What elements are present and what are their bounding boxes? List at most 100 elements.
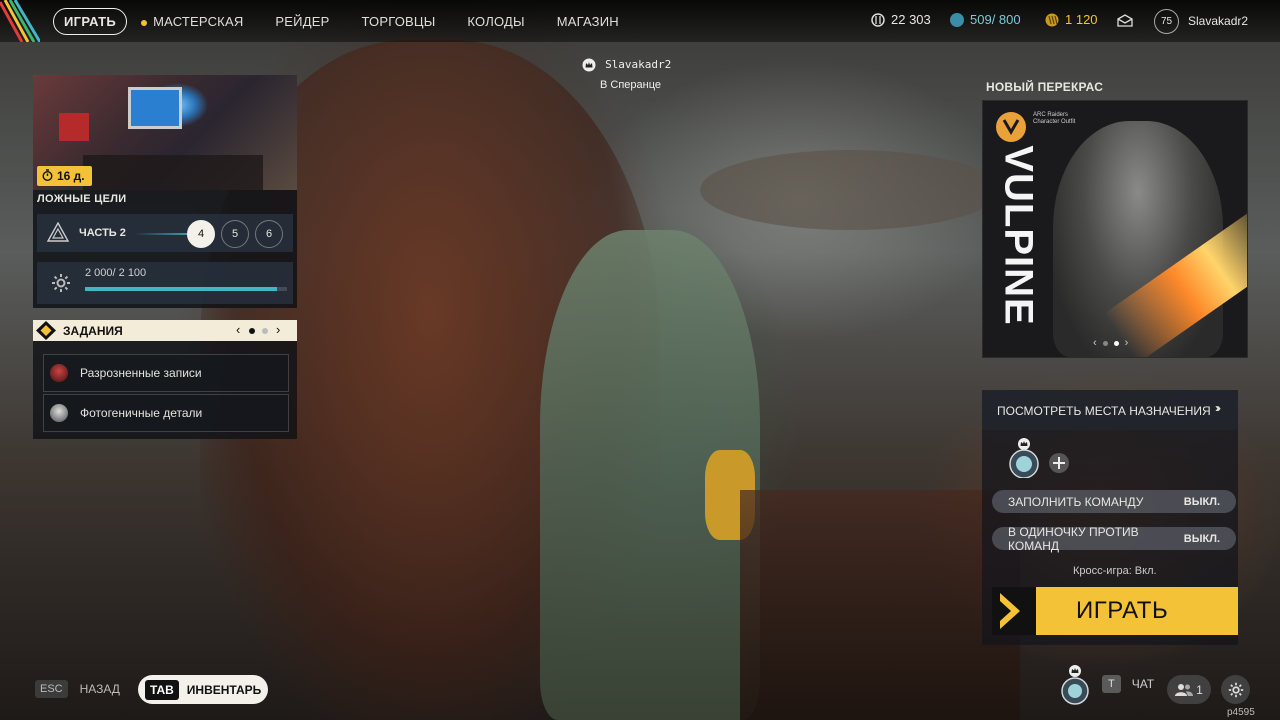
reskin-flame-stripe	[1103, 199, 1247, 357]
triple-chevron-icon: ›››	[1215, 401, 1221, 415]
player-avatar-icon[interactable]	[1059, 664, 1091, 706]
coin-icon	[871, 12, 885, 27]
scene-character	[540, 230, 760, 720]
fill-team-toggle[interactable]: ЗАПОЛНИТЬ КОМАНДУ ВЫКЛ.	[992, 490, 1236, 513]
event-progress-row: 2 000/ 2 100	[37, 262, 293, 304]
stash-icon	[950, 12, 964, 27]
carousel-dot-active[interactable]	[1113, 340, 1119, 346]
task-label: Разрозненные записи	[80, 366, 202, 380]
event-image-desk	[83, 155, 263, 190]
tasks-header: ЗАДАНИЯ ‹ ›	[33, 320, 297, 341]
scene-glove	[705, 450, 755, 540]
event-card[interactable]: 16 д. ЛОЖНЫЕ ЦЕЛИ ЧАСТЬ 2 4 5 6 2 000/ 2…	[33, 75, 297, 308]
nav-workshop-tab[interactable]: МАСТЕРСКАЯ	[141, 8, 259, 35]
inventory-button[interactable]: TAB ИНВЕНТАРЬ	[138, 675, 268, 704]
mail-icon[interactable]	[1117, 14, 1133, 27]
player-name[interactable]: Slavakadr2	[1188, 14, 1248, 28]
fill-team-label: ЗАПОЛНИТЬ КОМАНДУ	[1008, 494, 1144, 509]
stash-counter[interactable]: 509/ 800	[950, 12, 1021, 27]
event-step[interactable]: 5	[221, 220, 249, 248]
raider-tokens-value: 1 120	[1065, 12, 1098, 27]
tab-key: TAB	[145, 679, 179, 700]
event-step[interactable]: 6	[255, 220, 283, 248]
carousel-next-icon[interactable]: ›	[1125, 337, 1129, 349]
nav-decks-tab[interactable]: КОЛОДЫ	[451, 8, 540, 35]
nav-traders-tab[interactable]: ТОРГОВЦЫ	[345, 8, 451, 35]
event-timer-badge: 16 д.	[37, 166, 92, 186]
build-id: p4595	[1227, 707, 1255, 718]
carousel-prev-icon[interactable]: ‹	[1093, 337, 1097, 349]
back-label: НАЗАД	[79, 682, 120, 696]
chat-label: ЧАТ	[1131, 677, 1155, 691]
event-progress-fill	[85, 287, 278, 291]
task-item[interactable]: Фотогеничные детали	[43, 394, 289, 432]
coins-counter[interactable]: 22 303	[871, 12, 931, 27]
player-level-badge[interactable]: 75	[1154, 9, 1179, 34]
tasks-diamond-icon	[36, 321, 56, 340]
esc-key: ESC	[35, 680, 68, 698]
event-progress-track	[85, 287, 287, 291]
fill-team-value: ВЫКЛ.	[1183, 495, 1220, 508]
event-timer-text: 16 д.	[57, 169, 85, 183]
player-tag: Slavakadr2 В Сперанце	[582, 58, 671, 91]
stopwatch-icon	[42, 169, 53, 182]
friends-icon	[1175, 683, 1194, 696]
stash-value: 509/ 800	[970, 12, 1021, 27]
back-button[interactable]: ESC НАЗАД	[35, 680, 120, 698]
friends-button[interactable]: 1	[1167, 675, 1211, 704]
raider-tokens-counter[interactable]: 1 120	[1045, 12, 1098, 27]
task-item[interactable]: Разрозненные записи	[43, 354, 289, 392]
player-tag-name: Slavakadr2	[605, 58, 672, 71]
nav-raider-tab[interactable]: РЕЙДЕР	[259, 8, 345, 35]
reskin-label: НОВЫЙ ПЕРЕКРАС	[986, 80, 1104, 94]
tasks-prev-icon[interactable]: ‹	[236, 322, 240, 337]
main-nav: ИГРАТЬ МАСТЕРСКАЯ РЕЙДЕР ТОРГОВЦЫ КОЛОДЫ…	[53, 8, 635, 35]
play-chevron-icon	[992, 587, 1036, 635]
event-image-monitor	[128, 87, 182, 129]
scene-bar	[740, 490, 1020, 720]
reskin-brand-line-1: ARC Raiders	[1033, 112, 1069, 118]
player-tag-location: В Сперанце	[600, 79, 662, 92]
settings-button[interactable]	[1221, 675, 1250, 704]
crossplay-status: Кросс-игра: Вкл.	[1073, 565, 1157, 577]
event-progress-text: 2 000/ 2 100	[85, 267, 147, 279]
crown-icon	[582, 58, 596, 72]
carousel-dot[interactable]	[1102, 340, 1108, 346]
solo-vs-teams-toggle[interactable]: В ОДИНОЧКУ ПРОТИВ КОМАНД ВЫКЛ.	[992, 525, 1236, 553]
coins-value: 22 303	[891, 12, 931, 27]
event-image-box	[59, 113, 89, 141]
notification-dot-icon	[141, 19, 148, 26]
nav-play-tab[interactable]: ИГРАТЬ	[53, 8, 128, 35]
friends-count: 1	[1196, 682, 1203, 697]
solo-vs-teams-value: ВЫКЛ.	[1183, 532, 1220, 545]
add-teammate-icon[interactable]	[1048, 452, 1070, 474]
view-destinations-button[interactable]: ПОСМОТРЕТЬ МЕСТА НАЗНАЧЕНИЯ ›››	[982, 390, 1238, 430]
task-trader-avatar-icon	[50, 404, 68, 422]
tasks-page-dot-active	[249, 328, 255, 334]
reskin-carousel: ‹ ›	[1093, 337, 1128, 349]
destinations-label: ПОСМОТРЕТЬ МЕСТА НАЗНАЧЕНИЯ	[997, 404, 1211, 418]
event-part-label: ЧАСТЬ 2	[79, 227, 126, 239]
play-button[interactable]: ИГРАТЬ	[992, 587, 1238, 635]
nav-shop-tab[interactable]: МАГАЗИН	[541, 8, 635, 35]
gear-icon	[52, 274, 70, 292]
reskin-name: VULPINE	[996, 145, 1041, 326]
tasks-next-icon[interactable]: ›	[276, 322, 280, 337]
chat-key: T	[1102, 675, 1121, 693]
event-step-current[interactable]: 4	[187, 220, 215, 248]
brand-stripes-icon	[0, 0, 40, 42]
tasks-list: Разрозненные записи Фотогеничные детали	[33, 341, 297, 439]
nav-workshop-label: МАСТЕРСКАЯ	[153, 14, 244, 29]
chat-button[interactable]: T ЧАТ	[1102, 675, 1154, 693]
vulpine-logo-icon	[996, 112, 1026, 142]
event-image: 16 д.	[33, 75, 297, 190]
reskin-promo-card[interactable]: ARC Raiders Character Outfit VULPINE ‹ ›	[982, 100, 1248, 358]
task-label: Фотогеничные детали	[80, 406, 203, 420]
play-button-label: ИГРАТЬ	[1076, 597, 1169, 624]
reskin-character	[1053, 121, 1223, 357]
triangle-emblem-icon	[47, 222, 69, 242]
settings-gear-icon	[1228, 682, 1243, 697]
team-leader-avatar-icon[interactable]	[1008, 438, 1040, 478]
scene-structure	[700, 150, 1000, 230]
tasks-title: ЗАДАНИЯ	[63, 324, 123, 338]
